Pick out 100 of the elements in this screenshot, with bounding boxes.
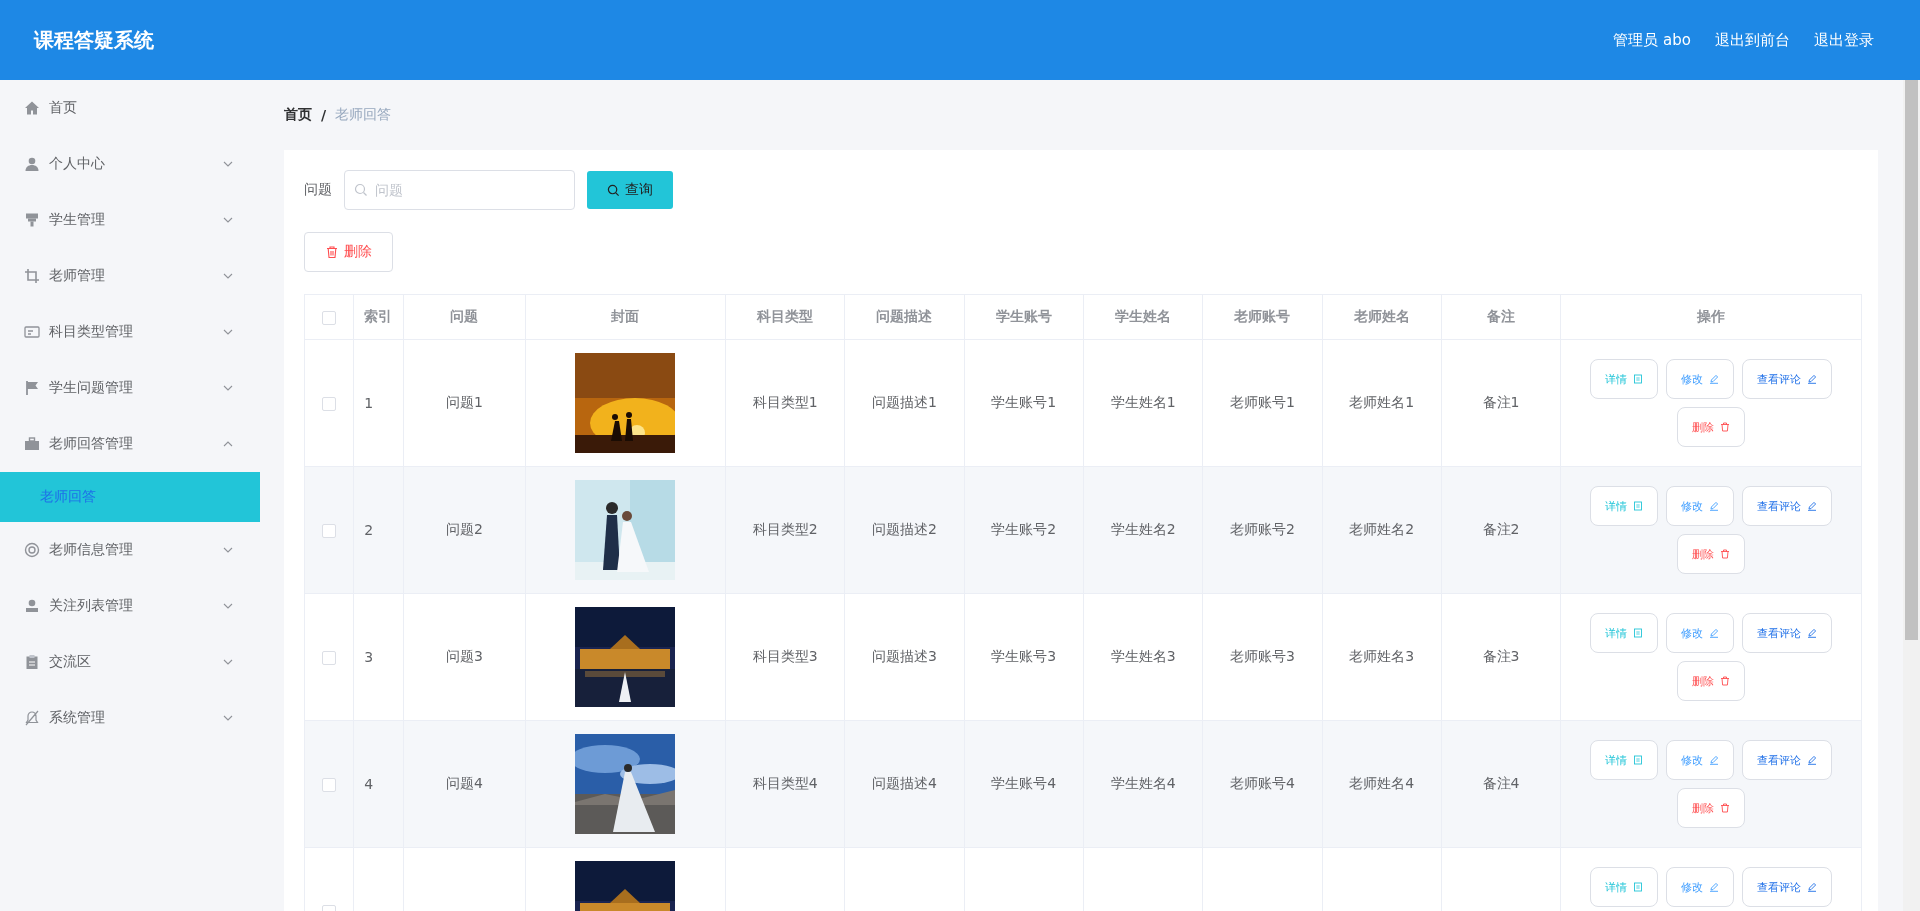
table-cell: 老师姓名1 <box>1349 394 1415 410</box>
menu-item[interactable]: 老师管理 <box>0 248 260 304</box>
table-cell: 学生姓名1 <box>1110 394 1176 410</box>
row-delete-button[interactable]: 删除 <box>1677 407 1746 447</box>
document-icon <box>1633 501 1644 511</box>
column-header: 问题 <box>450 308 479 324</box>
pencil-icon <box>1709 882 1720 892</box>
menu-item[interactable]: 老师信息管理 <box>0 522 260 578</box>
submenu-item[interactable]: 老师回答 <box>0 472 260 522</box>
table-cell: 老师姓名2 <box>1349 521 1415 537</box>
table-cell: 学生账号3 <box>991 648 1057 664</box>
comments-button[interactable]: 查看评论 <box>1742 613 1833 653</box>
menu-icon <box>24 324 40 340</box>
edit-button[interactable]: 修改 <box>1666 740 1735 780</box>
menu-item[interactable]: 首页 <box>0 80 260 136</box>
menu-item[interactable]: 老师回答管理 <box>0 416 260 472</box>
comments-button[interactable]: 查看评论 <box>1742 867 1833 907</box>
delete-button[interactable]: 删除 <box>304 232 393 272</box>
menu-icon <box>24 380 40 396</box>
table-cell: 问题描述2 <box>872 521 937 537</box>
table-cell: 问题4 <box>445 775 483 791</box>
search-icon <box>354 183 368 197</box>
row-checkbox[interactable] <box>322 524 337 538</box>
document-icon <box>1633 882 1644 892</box>
search-field[interactable]: 问题 <box>344 170 575 210</box>
table-cell: 问题描述3 <box>872 648 937 664</box>
menu-item[interactable]: 交流区 <box>0 634 260 690</box>
pencil-icon <box>1807 882 1818 892</box>
menu-icon <box>24 654 40 670</box>
document-icon <box>1633 374 1644 384</box>
column-header: 科目类型 <box>757 308 814 324</box>
menu-item[interactable]: 学生管理 <box>0 192 260 248</box>
table-cell: 3 <box>364 649 374 665</box>
select-all-checkbox[interactable] <box>322 311 337 325</box>
table-cell: 科目类型2 <box>752 521 818 537</box>
search-button[interactable]: 查询 <box>587 171 673 209</box>
table-cell: 备注2 <box>1482 521 1520 537</box>
table-cell: 问题1 <box>445 394 483 410</box>
details-button[interactable]: 详情 <box>1590 867 1659 907</box>
table-cell: 科目类型4 <box>752 775 818 791</box>
details-button[interactable]: 详情 <box>1590 740 1659 780</box>
row-checkbox[interactable] <box>322 778 337 792</box>
header-link[interactable]: 退出到前台 <box>1715 30 1790 50</box>
edit-button[interactable]: 修改 <box>1666 613 1735 653</box>
comments-button[interactable]: 查看评论 <box>1742 359 1833 399</box>
column-header: 老师账号 <box>1234 308 1291 324</box>
edit-button[interactable]: 修改 <box>1666 359 1735 399</box>
table-cell: 问题描述1 <box>872 394 937 410</box>
menu-icon <box>24 268 40 284</box>
edit-button[interactable]: 修改 <box>1666 486 1735 526</box>
column-header: 备注 <box>1486 308 1515 324</box>
scrollbar[interactable] <box>1903 80 1920 911</box>
menu-item[interactable]: 学生问题管理 <box>0 360 260 416</box>
menu-icon <box>24 212 40 228</box>
column-header: 老师姓名 <box>1353 308 1410 324</box>
menu-icon <box>24 156 40 172</box>
table-cell: 备注4 <box>1482 775 1520 791</box>
menu-icon <box>24 100 40 116</box>
table-cell: 老师姓名4 <box>1349 775 1415 791</box>
app-title: 课程答疑系统 <box>34 26 154 54</box>
menu-item[interactable]: 科目类型管理 <box>0 304 260 360</box>
table-cell: 老师姓名3 <box>1349 648 1415 664</box>
trash-icon <box>1720 803 1731 813</box>
menu-item[interactable]: 个人中心 <box>0 136 260 192</box>
column-header: 问题描述 <box>876 308 933 324</box>
row-checkbox[interactable] <box>322 651 337 665</box>
table-cell: 2 <box>364 522 374 538</box>
table-cell: 学生账号4 <box>991 775 1057 791</box>
comments-button[interactable]: 查看评论 <box>1742 740 1833 780</box>
row-delete-button[interactable]: 删除 <box>1677 788 1746 828</box>
table-cell: 问题2 <box>445 521 483 537</box>
trash-icon <box>1720 549 1731 559</box>
header-link[interactable]: 管理员 abo <box>1613 30 1691 50</box>
table-cell: 问题3 <box>445 648 483 664</box>
table-cell: 4 <box>364 776 374 792</box>
row-delete-button[interactable]: 删除 <box>1677 661 1746 701</box>
table-cell: 备注1 <box>1482 394 1520 410</box>
header-link[interactable]: 退出登录 <box>1814 30 1874 50</box>
document-icon <box>1633 628 1644 638</box>
details-button[interactable]: 详情 <box>1590 613 1659 653</box>
table-cell: 老师账号1 <box>1229 394 1295 410</box>
details-button[interactable]: 详情 <box>1590 486 1659 526</box>
menu-item[interactable]: 关注列表管理 <box>0 578 260 634</box>
pencil-icon <box>1807 755 1818 765</box>
menu-icon <box>24 542 40 558</box>
details-button[interactable]: 详情 <box>1590 359 1659 399</box>
table-cell: 科目类型1 <box>752 394 818 410</box>
row-checkbox[interactable] <box>322 397 337 411</box>
row-delete-button[interactable]: 删除 <box>1677 534 1746 574</box>
menu-item[interactable]: 系统管理 <box>0 690 260 746</box>
breadcrumb-item[interactable]: 首页 <box>284 106 312 124</box>
comments-button[interactable]: 查看评论 <box>1742 486 1833 526</box>
table-cell: 学生账号1 <box>991 394 1057 410</box>
table-cell: 备注3 <box>1482 648 1520 664</box>
table-cell: 科目类型3 <box>752 648 818 664</box>
edit-button[interactable]: 修改 <box>1666 867 1735 907</box>
trash-icon <box>1720 676 1731 686</box>
table-cell: 老师账号3 <box>1229 648 1295 664</box>
table-cell: 老师账号4 <box>1229 775 1295 791</box>
breadcrumb-item: 老师回答 <box>335 106 392 124</box>
